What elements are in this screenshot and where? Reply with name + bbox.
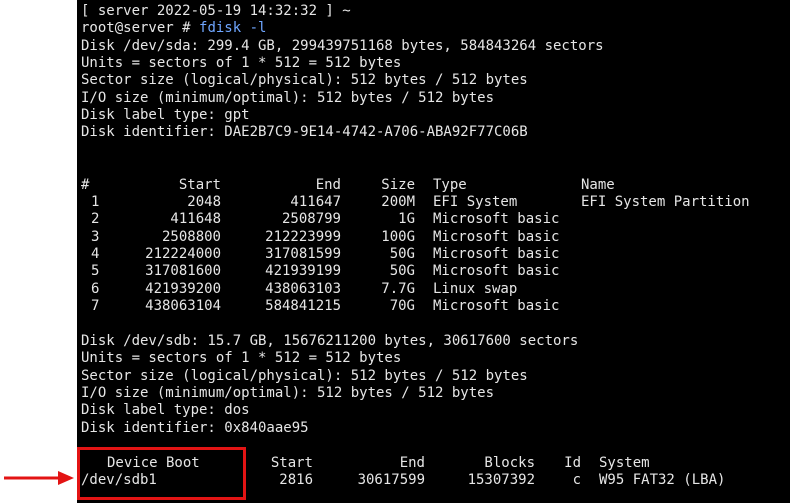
sda-row-start: 317081600 [145,263,221,279]
sdb-header-system: System [599,455,650,471]
prompt-line: [ server 2022-05-19 14:32:32 ] ~ [81,3,351,19]
sdb-summary: Disk /dev/sdb: 15.7 GB, 15676211200 byte… [81,333,579,349]
sda-row-num: 4 [91,246,100,262]
sdb-row-system: W95 FAT32 (LBA) [599,472,726,488]
sda-row-type: Microsoft basic [433,246,560,262]
sda-row-type: Linux swap [433,281,518,297]
sda-row-size: 200M [381,194,415,210]
sdb-header-blocks: Blocks [484,455,535,471]
sda-row-size: 50G [389,263,415,279]
sda-row-end: 438063103 [265,281,341,297]
sda-row-type: Microsoft basic [433,229,560,245]
sda-row-end: 317081599 [265,246,341,262]
sda-row-type: Microsoft basic [433,263,560,279]
sda-row-num: 1 [91,194,100,210]
sdb-units: Units = sectors of 1 * 512 = 512 bytes [81,350,402,366]
sda-row-start: 438063104 [145,298,221,314]
sda-header-name: Name [581,177,615,193]
sda-row-end: 2508799 [281,211,341,227]
sda-row-start: 421939200 [145,281,221,297]
sda-row-end: 421939199 [265,263,341,279]
sdb-sector-size: Sector size (logical/physical): 512 byte… [81,368,528,384]
sdb-label-type: Disk label type: dos [81,402,250,418]
sda-row-start: 2048 [187,194,221,210]
sda-row-name: EFI System Partition [581,194,750,210]
sdb-row-id: c [572,472,581,488]
sdb-identifier: Disk identifier: 0x840aae95 [81,420,309,436]
sda-header-num: # [81,177,90,193]
sda-header-start: Start [178,177,221,193]
sdb-row-blocks: 15307392 [467,472,535,488]
sda-row-type: EFI System [433,194,518,210]
sda-row-end: 584841215 [265,298,341,314]
command-text: fdisk -l [199,20,267,36]
sda-row-size: 1G [398,211,415,227]
sdb-row-start: 2816 [279,472,313,488]
sda-row-num: 2 [91,211,100,227]
sda-units: Units = sectors of 1 * 512 = 512 bytes [81,55,402,71]
sda-row-end: 212223999 [265,229,341,245]
sda-header-end: End [315,177,341,193]
screenshot-canvas: [ server 2022-05-19 14:32:32 ] ~ root@se… [0,0,790,503]
sda-row-num: 5 [91,263,100,279]
sda-summary: Disk /dev/sda: 299.4 GB, 299439751168 by… [81,38,604,54]
sdb-header-start: Start [270,455,313,471]
sda-row-size: 50G [389,246,415,262]
terminal-window[interactable]: [ server 2022-05-19 14:32:32 ] ~ root@se… [77,0,790,503]
sda-header-type: Type [433,177,467,193]
arrow-right-icon [4,471,74,485]
command-prefix: root@server # [81,20,200,36]
sda-row-end: 411647 [290,194,341,210]
sda-io-size: I/O size (minimum/optimal): 512 bytes / … [81,90,495,106]
highlight-box [77,447,246,500]
sdb-header-id: Id [564,455,581,471]
sda-row-type: Microsoft basic [433,298,560,314]
command-line: root@server # fdisk -l [81,20,266,37]
sda-row-num: 7 [91,298,100,314]
sda-sector-size: Sector size (logical/physical): 512 byte… [81,72,528,88]
sdb-io-size: I/O size (minimum/optimal): 512 bytes / … [81,385,495,401]
sda-identifier: Disk identifier: DAE2B7C9-9E14-4742-A706… [81,124,528,140]
sda-row-size: 7.7G [381,281,415,297]
sda-row-type: Microsoft basic [433,211,560,227]
sda-row-num: 3 [91,229,100,245]
sda-row-start: 2508800 [161,229,221,245]
sda-label-type: Disk label type: gpt [81,107,250,123]
sdb-row-end: 30617599 [357,472,425,488]
sda-row-size: 100G [381,229,415,245]
sdb-header-end: End [399,455,425,471]
sda-row-start: 212224000 [145,246,221,262]
sda-row-num: 6 [91,281,100,297]
sda-header-size: Size [381,177,415,193]
sda-row-start: 411648 [170,211,221,227]
sda-row-size: 70G [389,298,415,314]
